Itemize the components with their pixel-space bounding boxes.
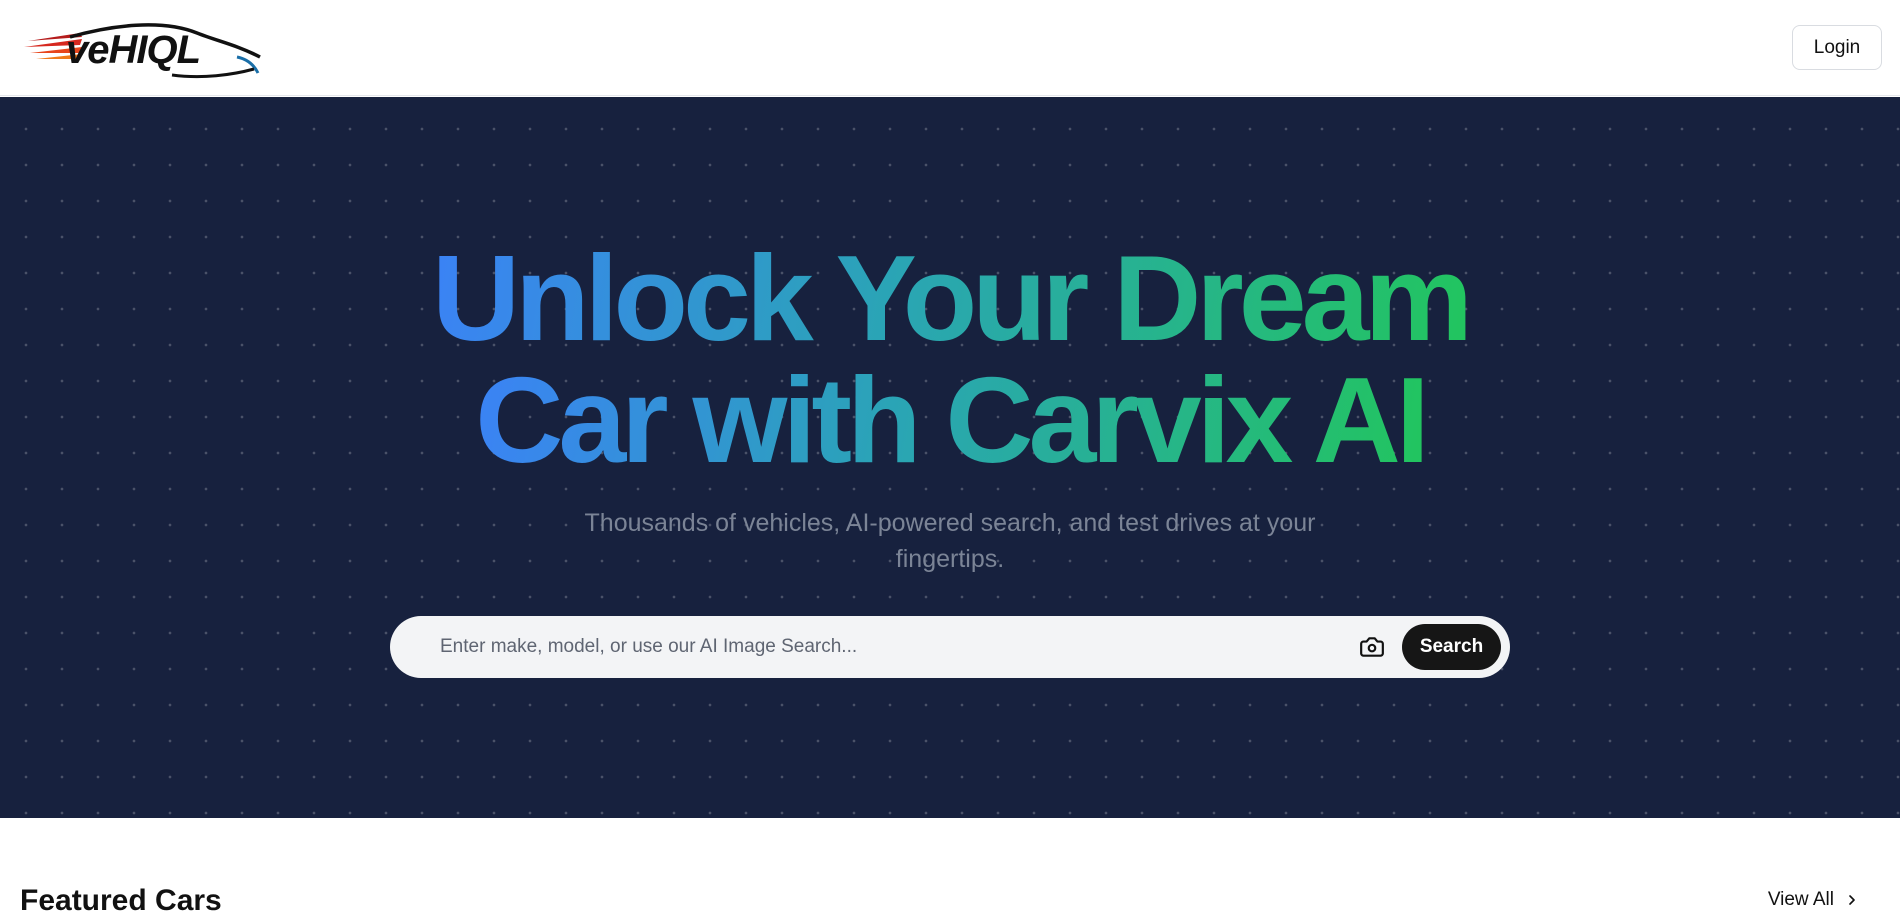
- login-button[interactable]: Login: [1792, 25, 1882, 70]
- logo[interactable]: veHIQL: [22, 17, 262, 79]
- hero-subtitle: Thousands of vehicles, AI-powered search…: [540, 505, 1360, 577]
- search-input[interactable]: [390, 616, 1352, 678]
- view-all-link[interactable]: View All: [1768, 889, 1860, 911]
- hero-headline: Unlock Your Dream Car with Carvix AI: [0, 237, 1900, 481]
- search-bar: Search: [390, 616, 1510, 678]
- camera-icon[interactable]: [1352, 627, 1392, 667]
- featured-cars-title: Featured Cars: [20, 884, 222, 917]
- subtitle-line-1: Thousands of vehicles, AI-powered search…: [584, 509, 1316, 537]
- hero-section: Unlock Your Dream Car with Carvix AI Tho…: [0, 97, 1900, 818]
- search-button[interactable]: Search: [1402, 624, 1501, 670]
- headline-line-2: Car with Carvix AI: [475, 352, 1430, 488]
- headline-line-1: Unlock Your Dream: [432, 230, 1473, 366]
- logo-text: veHIQL: [66, 28, 201, 72]
- view-all-label: View All: [1767, 889, 1834, 910]
- site-header: veHIQL Login: [0, 0, 1900, 96]
- chevron-right-icon: [1849, 895, 1855, 905]
- subtitle-line-2: fingertips.: [895, 545, 1005, 573]
